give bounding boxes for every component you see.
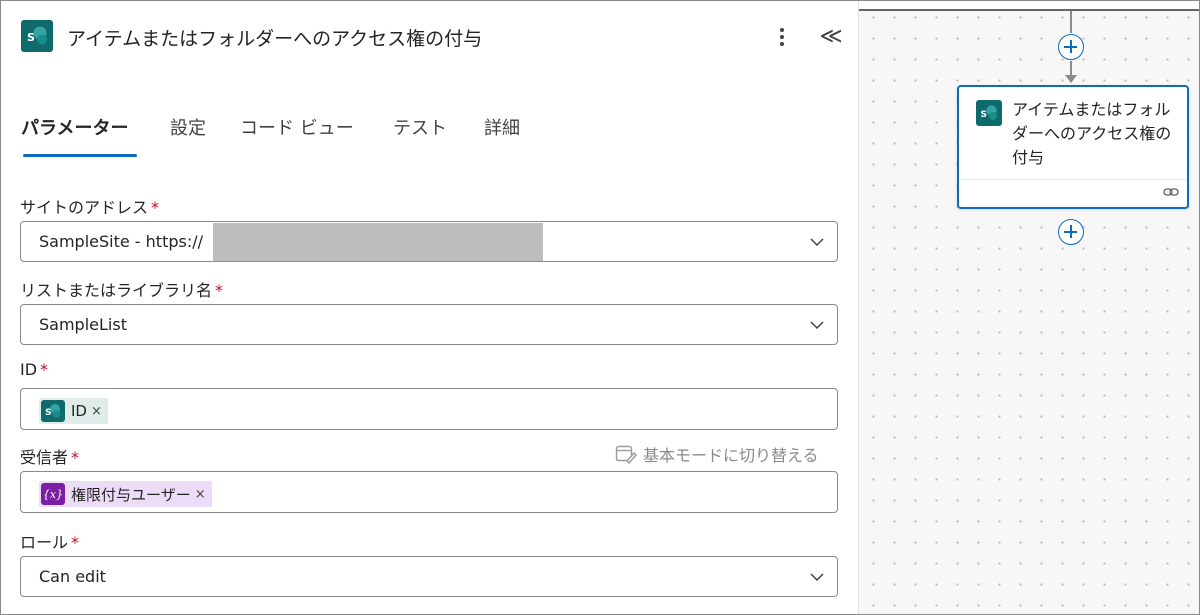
sharepoint-icon: S: [976, 100, 1002, 126]
chevron-down-icon: [810, 238, 824, 247]
list-name-dropdown[interactable]: SampleList: [20, 304, 838, 345]
id-label: ID *: [20, 360, 49, 379]
app-frame: S アイテムまたはフォルダーへのアクセス権の付与 ≪ パラメーター 設定 コード…: [0, 0, 1200, 615]
switch-basic-mode-button[interactable]: 基本モードに切り替える: [615, 442, 819, 466]
variable-icon: {x}: [41, 483, 65, 505]
list-name-value: SampleList: [39, 315, 127, 334]
add-step-below-button[interactable]: [1058, 219, 1084, 245]
recipient-label: 受信者 *: [20, 448, 80, 467]
token-remove-icon[interactable]: ×: [91, 404, 102, 419]
active-tab-indicator: [23, 154, 137, 157]
sharepoint-icon: S: [41, 400, 65, 422]
action-card-title: アイテムまたはフォルダーへのアクセス権の付与: [1012, 100, 1172, 167]
site-address-value: SampleSite - https://: [39, 232, 204, 251]
required-mark: *: [40, 360, 49, 379]
card-divider: [959, 179, 1187, 180]
chevron-down-icon: [810, 573, 824, 582]
edit-mode-icon: [615, 445, 637, 464]
role-dropdown[interactable]: Can edit: [20, 556, 838, 597]
token-remove-icon[interactable]: ×: [195, 487, 206, 502]
role-label: ロール *: [20, 533, 80, 552]
connector-line: [1070, 11, 1072, 33]
previous-action-edge: [859, 1, 1199, 11]
list-name-label: リストまたはライブラリ名 *: [20, 281, 224, 300]
required-mark: *: [71, 448, 80, 467]
role-value: Can edit: [39, 567, 106, 586]
tab-settings[interactable]: 設定: [170, 109, 206, 157]
collapse-panel-button[interactable]: ≪: [819, 23, 843, 51]
site-address-label: サイトのアドレス *: [20, 198, 160, 217]
recipient-token[interactable]: {x} 権限付与ユーザー ×: [39, 481, 212, 507]
chevron-down-icon: [810, 321, 824, 330]
id-input[interactable]: S ID ×: [20, 388, 838, 430]
required-mark: *: [215, 281, 224, 300]
tab-code-view[interactable]: コード ビュー: [240, 109, 354, 157]
redacted-url: [213, 223, 543, 261]
panel-title: アイテムまたはフォルダーへのアクセス権の付与: [67, 28, 483, 50]
site-address-dropdown[interactable]: SampleSite - https://: [20, 221, 838, 262]
required-mark: *: [151, 198, 160, 217]
action-card[interactable]: S アイテムまたはフォルダーへのアクセス権の付与: [957, 85, 1189, 209]
svg-text:S: S: [45, 408, 51, 418]
tab-details[interactable]: 詳細: [484, 109, 520, 157]
required-mark: *: [71, 533, 80, 552]
tab-test[interactable]: テスト: [393, 109, 447, 157]
svg-text:S: S: [981, 110, 987, 120]
action-config-panel: S アイテムまたはフォルダーへのアクセス権の付与 ≪ パラメーター 設定 コード…: [1, 1, 859, 614]
svg-text:S: S: [27, 31, 35, 44]
recipient-input[interactable]: {x} 権限付与ユーザー ×: [20, 471, 838, 513]
link-icon[interactable]: [1163, 185, 1179, 199]
arrow-down-icon: [1065, 75, 1077, 83]
flow-canvas[interactable]: S アイテムまたはフォルダーへのアクセス権の付与: [859, 1, 1199, 614]
more-vertical-icon[interactable]: [771, 23, 793, 51]
id-token[interactable]: S ID ×: [39, 398, 108, 424]
tab-parameters[interactable]: パラメーター: [21, 109, 128, 157]
add-step-above-button[interactable]: [1058, 34, 1084, 60]
sharepoint-icon: S: [21, 20, 53, 52]
